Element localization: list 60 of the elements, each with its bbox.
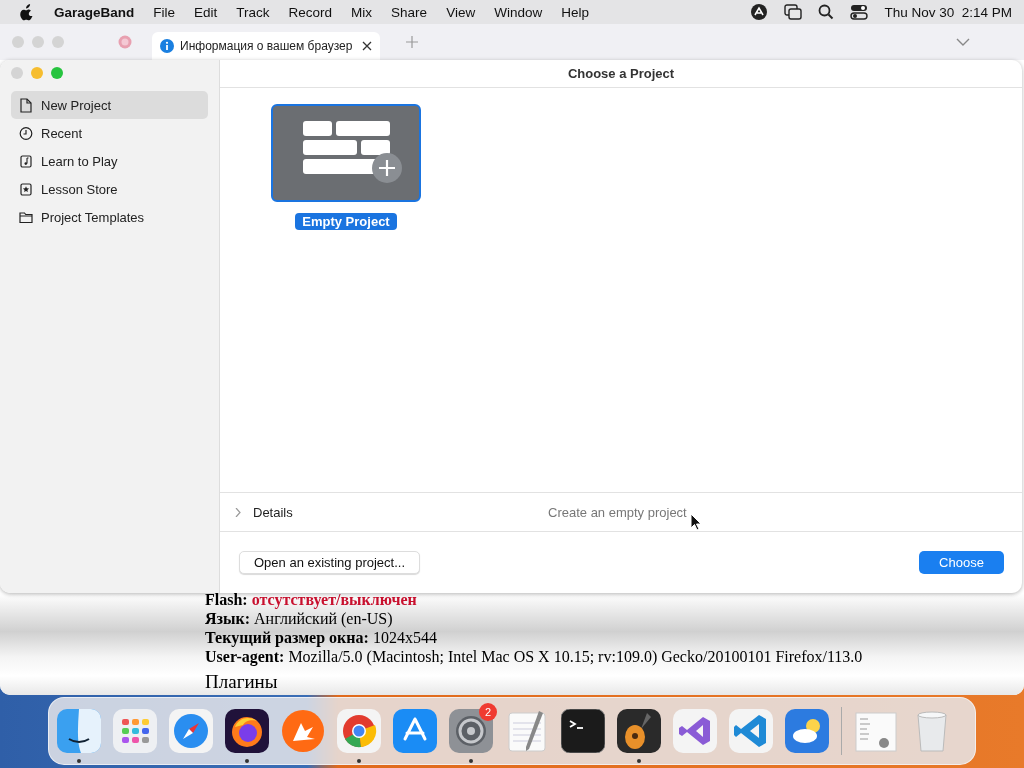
sidebar-item[interactable]: Project Templates [11,203,208,231]
notepad-icon[interactable] [505,709,549,753]
screen-mirroring-icon[interactable] [784,4,803,20]
info-line: Язык: Английский (en-US) [205,609,394,628]
sidebar-item[interactable]: New Project [11,91,208,119]
menu-clock[interactable]: Thu Nov 30 2:14 PM [884,4,1012,20]
sidebar-item[interactable]: Lesson Store [11,175,208,203]
apple-menu-icon[interactable] [18,3,34,21]
gear-icon[interactable] [449,709,493,753]
details-description: Create an empty project [548,504,687,520]
menu-item[interactable]: GarageBand [54,4,135,20]
new-tab-icon[interactable] [406,36,419,48]
terminal-icon[interactable] [561,709,605,753]
menu-item[interactable]: Edit [194,4,218,20]
mouse-pointer-icon [690,513,702,531]
control-center-icon[interactable] [850,4,869,20]
info-line: User-agent: Mozilla/5.0 (Macintosh; Intel Mac OS X 10.15; rv:109.0) Gecko/20100101 Firefox/113.0 [205,647,864,666]
window-title: Choose a Project [220,60,1022,88]
chevron-down-icon[interactable] [956,38,970,46]
firefox-view-icon[interactable] [118,35,132,49]
guitar-icon[interactable] [617,709,661,753]
music-note-icon [19,153,33,169]
template-thumbnail[interactable] [271,104,421,202]
menu-item[interactable]: Mix [351,4,373,20]
sidebar-item[interactable]: Learn to Play [11,147,208,175]
folder-icon [19,209,33,225]
browser-tab[interactable]: Информация о вашем браузер [152,32,381,60]
menu-item[interactable]: File [153,4,176,20]
menu-item[interactable]: Help [561,4,589,20]
details-toggle[interactable]: Details [235,504,293,520]
menu-item[interactable]: Share [391,4,428,20]
weather-icon[interactable] [785,709,829,753]
choose-button[interactable]: Choose [919,551,1004,574]
visual-studio-icon[interactable] [673,709,717,753]
open-project-button[interactable]: Open an existing project... [239,551,421,574]
sidebar-item[interactable]: Recent [11,119,208,147]
search-icon[interactable] [818,4,835,20]
template-label[interactable]: Empty Project [295,213,397,230]
close-icon[interactable] [362,41,373,51]
section-heading: Плагины [205,671,279,693]
info-line: Flash: отсутствует/выключен [205,590,418,609]
code-editor-icon[interactable] [729,709,773,753]
chrome-icon[interactable] [337,709,381,753]
window-thumbnail-icon[interactable] [854,709,898,753]
tab-title: Информация о вашем браузер [180,39,353,53]
menu-item[interactable]: Window [494,4,543,20]
info-line: Текущий размер окна: 1024x544 [205,628,438,647]
compass-icon[interactable] [169,709,213,753]
notification-badge: 2 [479,703,497,721]
clock-icon [19,125,33,141]
menu-item[interactable]: View [446,4,476,20]
document-icon [19,97,33,113]
finder-icon[interactable] [57,709,101,753]
window-control[interactable] [51,67,63,79]
menu-item[interactable]: Track [236,4,270,20]
launchpad-icon[interactable] [113,709,157,753]
info-icon [160,39,174,53]
firefox-icon[interactable] [225,709,269,753]
app-store-icon[interactable] [393,709,437,753]
menu-item[interactable]: Record [288,4,333,20]
